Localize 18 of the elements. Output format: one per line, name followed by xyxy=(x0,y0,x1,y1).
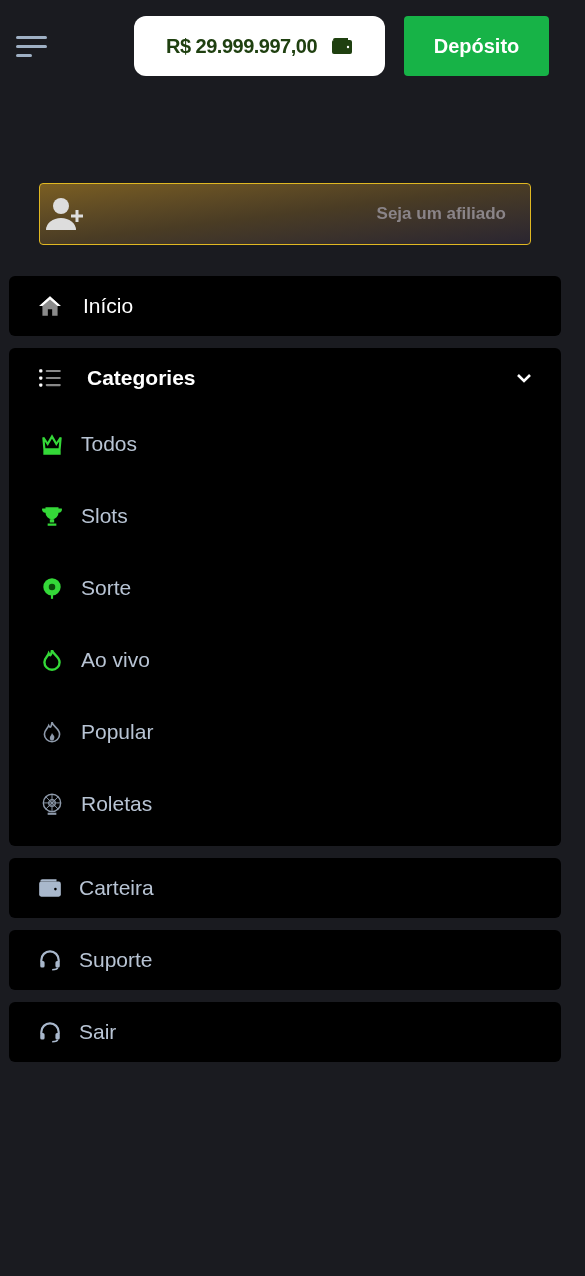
headset-icon xyxy=(37,1019,63,1045)
affiliate-label: Seja um afiliado xyxy=(376,203,506,226)
menu-item[interactable]: Carteira xyxy=(9,858,561,918)
category-item[interactable]: Popular xyxy=(9,696,162,768)
wallet-icon xyxy=(331,36,353,56)
category-item[interactable]: Sorte xyxy=(9,552,140,624)
category-item[interactable]: Todos xyxy=(9,408,146,480)
category-item[interactable]: Ao vivo xyxy=(9,624,158,696)
menu-icon[interactable] xyxy=(16,35,48,57)
category-item[interactable]: Roletas xyxy=(9,768,161,840)
menu-item[interactable]: Sair xyxy=(9,1002,561,1062)
category-item[interactable]: Slots xyxy=(9,480,136,552)
menu-item[interactable]: Suporte xyxy=(9,930,561,990)
menu-item[interactable]: Início xyxy=(9,276,561,336)
categories-header[interactable]: Categories xyxy=(9,348,561,408)
add-user-icon xyxy=(46,196,86,232)
balance-amount: R$ 29.999.997,00 xyxy=(166,34,317,59)
headset-icon xyxy=(37,947,63,973)
